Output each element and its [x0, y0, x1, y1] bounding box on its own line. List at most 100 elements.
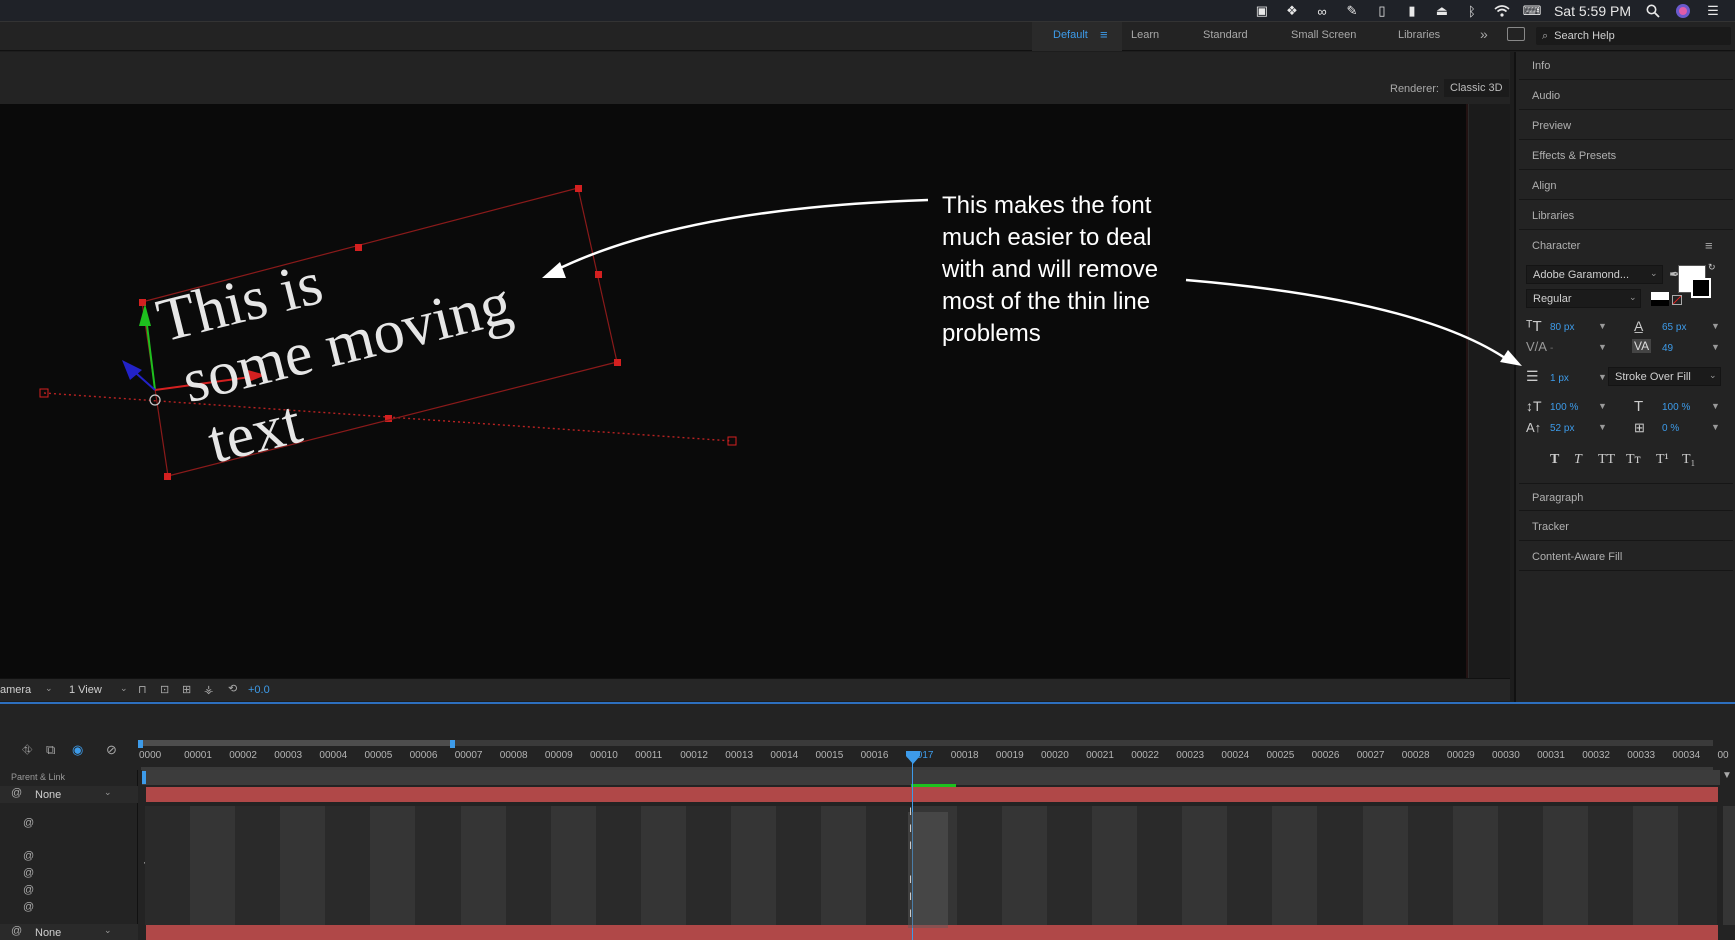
baseline-shift-value[interactable]: 52 px	[1550, 423, 1574, 434]
motion-blur-icon[interactable]: ◉	[72, 742, 83, 758]
no-fill-icon[interactable]	[1672, 295, 1682, 305]
work-area-bar[interactable]	[141, 740, 454, 746]
spotlight-icon[interactable]	[1645, 4, 1661, 18]
pickwhip-icon[interactable]: @	[11, 787, 22, 799]
faux-bold-button[interactable]: T	[1550, 452, 1559, 468]
comp-flowchart-icon[interactable]: ⛗	[22, 742, 32, 758]
leading-value[interactable]: 65 px	[1662, 322, 1686, 333]
chevron-down-icon[interactable]: ▼	[1598, 422, 1607, 432]
chevron-down-icon[interactable]: ▼	[1598, 342, 1607, 352]
comp-in-marker[interactable]	[142, 771, 146, 784]
exposure-value[interactable]: +0.0	[248, 684, 270, 696]
chevron-down-icon[interactable]: ⌄	[45, 683, 53, 694]
camera-dropdown[interactable]: amera	[0, 684, 31, 696]
hold-keyframe-icon[interactable]: I	[909, 823, 912, 835]
display-icon[interactable]: ▣	[1254, 3, 1270, 18]
pickwhip-icon[interactable]: @	[11, 925, 22, 937]
tracking-value[interactable]: 49	[1662, 343, 1673, 354]
dropbox-icon[interactable]: ❖	[1284, 3, 1300, 18]
font-size-value[interactable]: 80 px	[1550, 322, 1574, 333]
phone-icon[interactable]: ▯	[1374, 3, 1390, 18]
stroke-width-value[interactable]: 1 px	[1550, 373, 1569, 384]
timeline-toggle-icon[interactable]: ⊞	[182, 683, 191, 696]
anchor-point-icon[interactable]	[149, 394, 161, 406]
stroke-mode-dropdown[interactable]: Stroke Over Fill	[1608, 367, 1721, 386]
tsume-value[interactable]: 0 %	[1662, 423, 1679, 434]
layer-handle-top[interactable]	[355, 244, 362, 251]
composition-viewer[interactable]: This is some moving text	[0, 104, 1468, 678]
panel-libraries[interactable]: Libraries	[1519, 202, 1733, 230]
panel-info[interactable]: Info	[1519, 52, 1733, 80]
panel-audio[interactable]: Audio	[1519, 82, 1733, 110]
reset-exposure-icon[interactable]: ⟲	[228, 682, 237, 695]
bluetooth-icon[interactable]: ᛒ	[1464, 4, 1480, 19]
pixel-aspect-icon[interactable]: ⊓	[138, 683, 147, 696]
keyboard-icon[interactable]: ⌨	[1523, 3, 1542, 18]
chevron-down-icon[interactable]: ⌄	[120, 683, 128, 694]
workspace-tab-standard[interactable]: Standard	[1203, 29, 1248, 41]
time-end-handle[interactable]: ▼	[1722, 770, 1732, 781]
chevron-down-icon[interactable]: ▼	[1711, 321, 1720, 331]
graph-editor-icon[interactable]: ⊘	[106, 742, 117, 758]
pickwhip-icon[interactable]: @	[23, 867, 34, 879]
kerning-value[interactable]: -	[1550, 343, 1553, 354]
chevron-down-icon[interactable]: ⌄	[1629, 292, 1637, 303]
horizontal-scale-value[interactable]: 100 %	[1662, 402, 1690, 413]
parent-dropdown-top[interactable]: None	[35, 789, 61, 801]
panel-align[interactable]: Align	[1519, 172, 1733, 200]
layer-text-group[interactable]: This is some moving text	[150, 206, 533, 482]
all-caps-button[interactable]: TT	[1598, 452, 1615, 468]
swap-colors-icon[interactable]: ↻	[1708, 262, 1716, 273]
fast-preview-icon[interactable]: ⊡	[160, 683, 169, 696]
vertical-scale-value[interactable]: 100 %	[1550, 402, 1578, 413]
chevron-down-icon[interactable]: ⌄	[104, 787, 112, 798]
wifi-icon[interactable]	[1494, 4, 1510, 18]
stroke-color-swatch[interactable]	[1691, 278, 1711, 298]
layer-handle-tr[interactable]	[575, 185, 582, 192]
panel-paragraph[interactable]: Paragraph	[1519, 483, 1733, 511]
airplay-icon[interactable]: ⏏	[1434, 3, 1450, 18]
chevron-down-icon[interactable]: ⌄	[104, 925, 112, 936]
character-menu-icon[interactable]: ≡	[1705, 238, 1713, 253]
hold-keyframe-icon[interactable]: I	[909, 874, 912, 886]
work-area-start-handle[interactable]	[138, 740, 143, 748]
hold-keyframe-icon[interactable]: I	[909, 908, 912, 920]
parent-dropdown-bottom[interactable]: None	[35, 927, 61, 939]
layer-handle-bl[interactable]	[164, 473, 171, 480]
panel-effects-presets[interactable]: Effects & Presets	[1519, 142, 1733, 170]
edit-icon[interactable]: ✎	[1344, 3, 1360, 18]
default-colors-icon[interactable]	[1651, 292, 1669, 306]
small-caps-button[interactable]: Tт	[1626, 452, 1641, 468]
battery-icon[interactable]: ▮	[1404, 3, 1420, 18]
y-axis-arrow-icon[interactable]	[139, 304, 151, 326]
hold-keyframe-icon[interactable]: I	[909, 840, 912, 852]
flowchart-icon[interactable]: ⚶	[204, 683, 213, 696]
time-ruler[interactable]: 0000 00001 00002 00003 00004 00005 00006 00007 0…	[138, 740, 1735, 770]
menubar-clock[interactable]: Sat 5:59 PM	[1554, 3, 1631, 19]
pickwhip-icon[interactable]: @	[23, 817, 34, 829]
notification-center-icon[interactable]: ☰	[1705, 3, 1721, 18]
playhead-handle-icon[interactable]	[905, 750, 921, 766]
siri-icon[interactable]	[1675, 4, 1691, 18]
workspace-tab-libraries[interactable]: Libraries	[1398, 29, 1440, 41]
pickwhip-icon[interactable]: @	[23, 850, 34, 862]
chevron-down-icon[interactable]: ▼	[1711, 422, 1720, 432]
pickwhip-icon[interactable]: @	[23, 884, 34, 896]
layer-bar-top[interactable]	[146, 787, 1718, 802]
comp-duration-bar[interactable]	[142, 770, 1720, 785]
layer-handle-right[interactable]	[595, 271, 602, 278]
chevron-down-icon[interactable]: ⌄	[1650, 268, 1658, 279]
frame-blend-icon[interactable]: ⧉	[46, 742, 55, 758]
creative-cloud-icon[interactable]: ∞	[1314, 4, 1330, 19]
view-layout-dropdown[interactable]: 1 View	[69, 684, 102, 696]
superscript-button[interactable]: T¹	[1656, 452, 1669, 468]
font-style-dropdown[interactable]: Regular	[1526, 289, 1641, 308]
workspace-edit-icon[interactable]	[1507, 27, 1525, 41]
hold-keyframe-icon[interactable]: I	[909, 891, 912, 903]
chevron-down-icon[interactable]: ▼	[1711, 401, 1720, 411]
pickwhip-icon[interactable]: @	[23, 901, 34, 913]
chevron-down-icon[interactable]: ▼	[1598, 401, 1607, 411]
workspace-menu-icon[interactable]: ≡	[1100, 27, 1108, 42]
workspace-tab-learn[interactable]: Learn	[1131, 29, 1159, 41]
renderer-dropdown[interactable]: Classic 3D	[1444, 79, 1509, 97]
